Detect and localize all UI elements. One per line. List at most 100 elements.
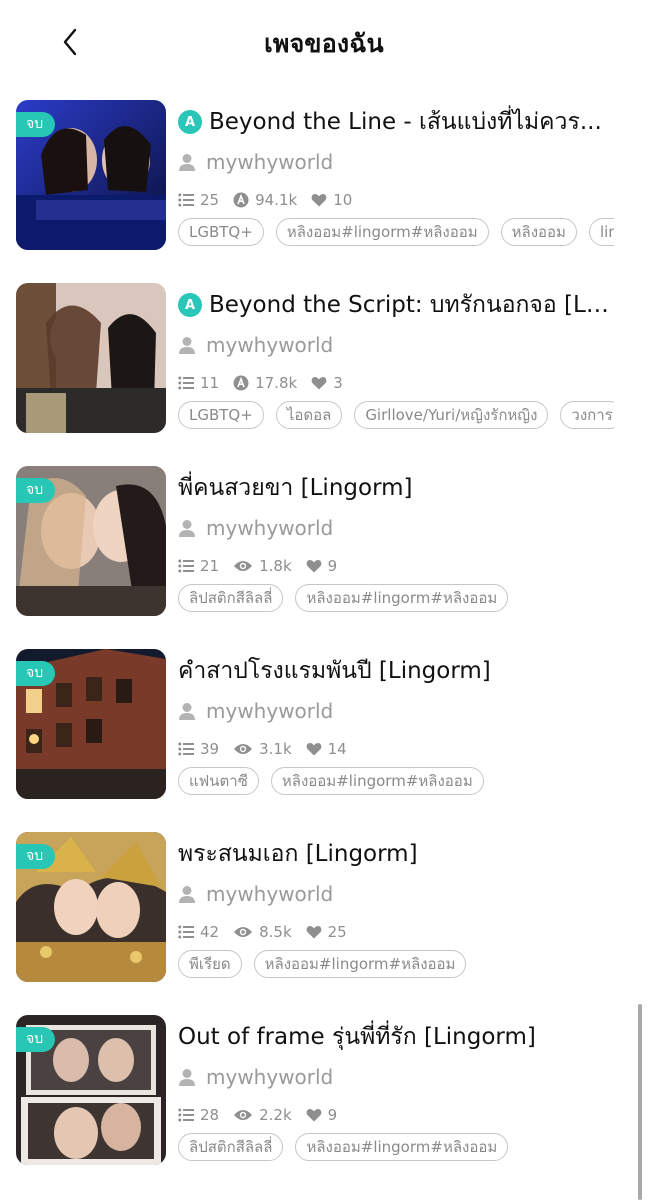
- author-row[interactable]: mywhyworld: [178, 693, 614, 729]
- like-count: 25: [306, 923, 347, 941]
- story-stats: 21 1.8k 9: [178, 554, 614, 578]
- person-icon: [179, 337, 195, 354]
- person-icon: [179, 703, 195, 720]
- title-row: คำสาปโรงแรมพันปี [Lingorm]: [178, 653, 614, 689]
- tag-chip[interactable]: พีเรียด: [178, 950, 242, 978]
- story-item[interactable]: จบ A Beyond the Line - เส้นแบ่งที่ไม่ควร…: [0, 100, 648, 283]
- chapter-count: 25: [178, 191, 219, 209]
- a-badge-icon: A: [178, 110, 202, 134]
- story-cover-image[interactable]: จบ: [16, 649, 166, 799]
- story-info: คำสาปโรงแรมพันปี [Lingorm] mywhyworld 39…: [178, 653, 614, 797]
- like-count-value: 25: [327, 923, 347, 941]
- story-info: Out of frame รุ่นพี่ที่รัก [Lingorm] myw…: [178, 1019, 614, 1163]
- eye-icon: [234, 744, 253, 754]
- author-row[interactable]: mywhyworld: [178, 876, 614, 912]
- tag-list: LGBTQ+ ไอดอล Girllove/Yuri/หญิงรักหญิง วงกา…: [178, 401, 614, 431]
- title-row: Out of frame รุ่นพี่ที่รัก [Lingorm]: [178, 1019, 614, 1055]
- story-cover-image[interactable]: จบ: [16, 1015, 166, 1165]
- chapters-list-icon: [178, 925, 194, 939]
- tag-list: แฟนตาซี หลิงออม#lingorm#หลิงออม: [178, 767, 614, 797]
- story-cover-image[interactable]: จบ: [16, 466, 166, 616]
- view-count-value: 8.5k: [259, 923, 292, 941]
- like-count: 14: [306, 740, 347, 758]
- author-name: mywhyworld: [206, 882, 334, 906]
- view-count: 1.8k: [233, 557, 292, 575]
- story-list: จบ A Beyond the Line - เส้นแบ่งที่ไม่ควร…: [0, 100, 648, 1198]
- tag-chip[interactable]: หลิงออม#lingorm#หลิงออม: [295, 584, 509, 612]
- story-title[interactable]: Out of frame รุ่นพี่ที่รัก [Lingorm]: [178, 1019, 536, 1055]
- author-row[interactable]: mywhyworld: [178, 327, 614, 363]
- story-info: พี่คนสวยขา [Lingorm] mywhyworld 21 1.8k …: [178, 470, 614, 614]
- story-stats: 25 94.1k 10: [178, 188, 614, 212]
- person-icon: [179, 886, 195, 903]
- story-item[interactable]: จบ พระสนมเอก [Lingorm] mywhyworld 42 8.5…: [0, 832, 648, 1015]
- tag-chip[interactable]: LGBTQ+: [178, 401, 264, 429]
- story-stats: 39 3.1k 14: [178, 737, 614, 761]
- story-item[interactable]: จบ Out of frame รุ่นพี่ที่รัก [Lingorm] …: [0, 1015, 648, 1198]
- chapter-count-value: 25: [200, 191, 220, 209]
- chapter-count: 21: [178, 557, 219, 575]
- view-count: 17.8k: [233, 374, 297, 392]
- tag-chip[interactable]: หลิงออม#lingorm#หลิงออม: [275, 218, 489, 246]
- tag-chip[interactable]: หลิงออม#lingorm#หลิงออม: [253, 950, 467, 978]
- heart-icon: [311, 194, 327, 207]
- person-icon: [179, 1069, 195, 1086]
- chapters-list-icon: [178, 742, 194, 756]
- eye-icon: [234, 1110, 253, 1120]
- story-title[interactable]: Beyond the Line - เส้นแบ่งที่ไม่ควร...: [209, 104, 602, 140]
- completed-badge: จบ: [16, 1027, 56, 1052]
- story-info: พระสนมเอก [Lingorm] mywhyworld 42 8.5k 2…: [178, 836, 614, 980]
- tag-chip[interactable]: หลิงออม#lingorm#หลิงออม: [295, 1133, 509, 1161]
- story-item[interactable]: จบ คำสาปโรงแรมพันปี [Lingorm] mywhyworld…: [0, 649, 648, 832]
- title-row: พระสนมเอก [Lingorm]: [178, 836, 614, 872]
- tag-chip[interactable]: หลิงออม#lingorm#หลิงออม: [270, 767, 484, 795]
- tag-chip[interactable]: lin: [588, 218, 614, 246]
- story-stats: 42 8.5k 25: [178, 920, 614, 944]
- chapter-count: 28: [178, 1106, 219, 1124]
- like-count: 9: [306, 1106, 338, 1124]
- author-row[interactable]: mywhyworld: [178, 144, 614, 180]
- completed-badge: จบ: [16, 661, 56, 686]
- like-count-value: 9: [327, 1106, 338, 1124]
- chapter-count: 39: [178, 740, 219, 758]
- author-name: mywhyworld: [206, 699, 334, 723]
- heart-icon: [306, 743, 322, 756]
- like-count: 10: [311, 191, 352, 209]
- like-count: 9: [306, 557, 337, 575]
- view-count-value: 17.8k: [255, 374, 298, 392]
- story-title[interactable]: Beyond the Script: บทรักนอกจอ [Li...: [209, 287, 614, 323]
- view-count-value: 3.1k: [259, 740, 292, 758]
- tag-list: LGBTQ+ หลิงออม#lingorm#หลิงออม หลิงออม lin: [178, 218, 614, 248]
- tag-chip[interactable]: LGBTQ+: [178, 218, 264, 246]
- a-badge-icon: A: [178, 293, 202, 317]
- tag-chip[interactable]: แฟนตาซี: [178, 767, 259, 795]
- eye-icon: [234, 927, 253, 937]
- tag-chip[interactable]: ไอดอล: [275, 401, 343, 429]
- view-count-value: 2.2k: [259, 1106, 292, 1124]
- story-title[interactable]: พระสนมเอก [Lingorm]: [178, 836, 418, 872]
- story-title[interactable]: พี่คนสวยขา [Lingorm]: [178, 470, 413, 506]
- tag-chip[interactable]: ลิปสติกสีลิลลี่: [178, 584, 284, 612]
- story-cover-image[interactable]: [16, 283, 166, 433]
- chapters-list-icon: [178, 1108, 194, 1122]
- story-item[interactable]: A Beyond the Script: บทรักนอกจอ [Li... m…: [0, 283, 648, 466]
- chapters-list-icon: [178, 559, 194, 573]
- story-item[interactable]: จบ พี่คนสวยขา [Lingorm] mywhyworld 21 1.…: [0, 466, 648, 649]
- story-cover-image[interactable]: จบ: [16, 832, 166, 982]
- author-name: mywhyworld: [206, 1065, 334, 1089]
- story-info: A Beyond the Script: บทรักนอกจอ [Li... m…: [178, 287, 614, 431]
- tag-chip[interactable]: หลิงออม: [500, 218, 577, 246]
- tag-chip[interactable]: ลิปสติกสีลิลลี่: [178, 1133, 284, 1161]
- like-count-value: 10: [333, 191, 353, 209]
- scrollbar[interactable]: [638, 1004, 642, 1200]
- story-cover-image[interactable]: จบ: [16, 100, 166, 250]
- author-row[interactable]: mywhyworld: [178, 510, 614, 546]
- tag-chip[interactable]: Girllove/Yuri/หญิงรักหญิง: [354, 401, 549, 429]
- eye-icon: [234, 561, 253, 571]
- tag-chip[interactable]: วงการ: [560, 401, 614, 429]
- story-title[interactable]: คำสาปโรงแรมพันปี [Lingorm]: [178, 653, 491, 689]
- like-count-value: 14: [327, 740, 347, 758]
- chapter-count-value: 39: [200, 740, 220, 758]
- author-row[interactable]: mywhyworld: [178, 1059, 614, 1095]
- page-title: เพจของฉัน: [264, 29, 384, 58]
